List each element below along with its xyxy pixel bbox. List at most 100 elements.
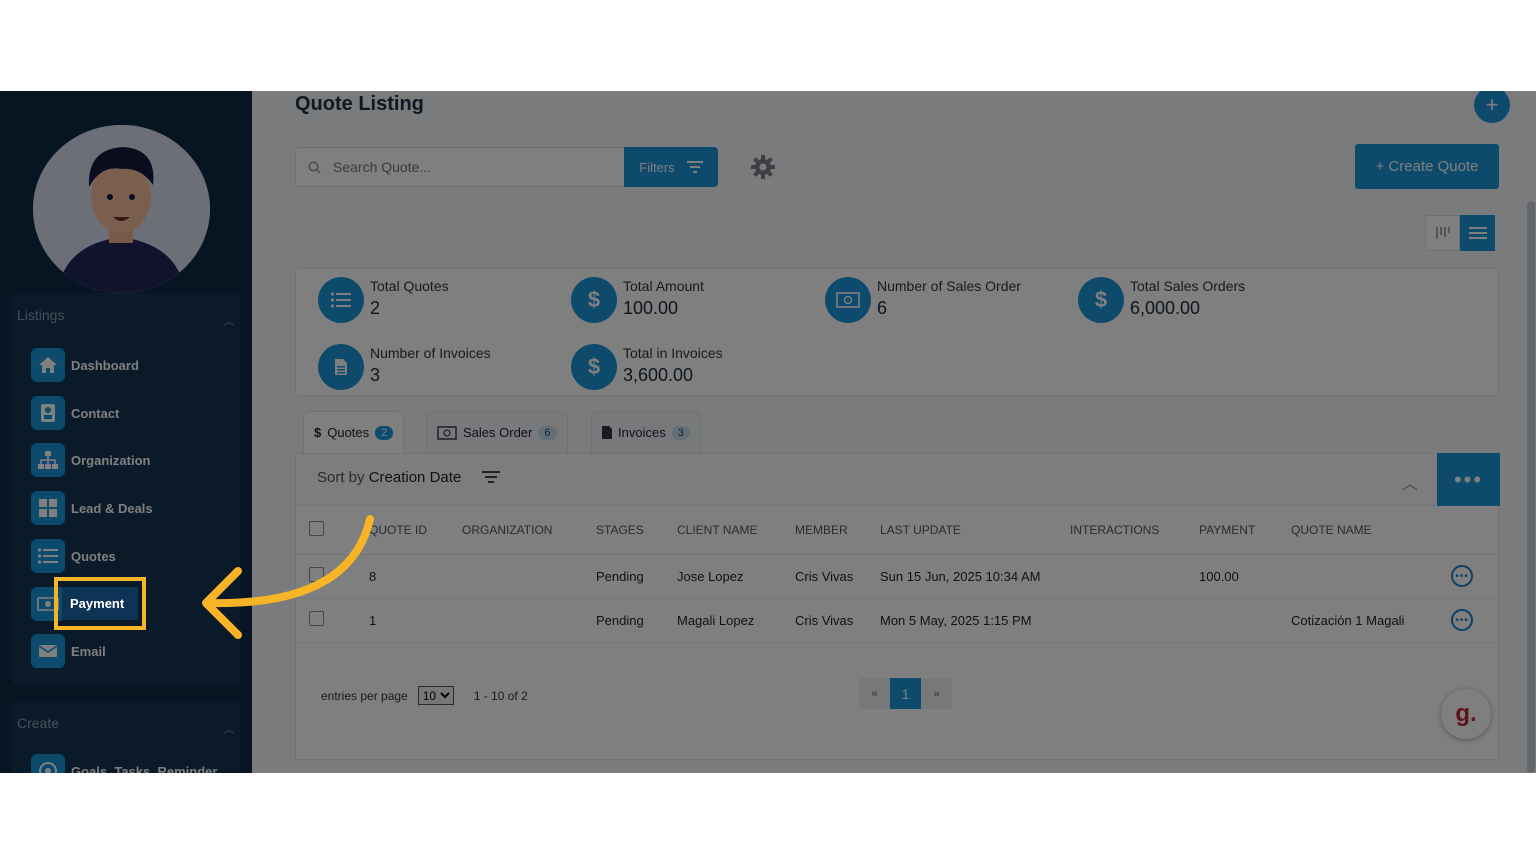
add-fab-button[interactable]: + (1474, 91, 1510, 123)
search-box[interactable] (295, 147, 625, 187)
cell-organization (462, 598, 596, 643)
stats-panel: Total Quotes 2 $ Total Amount 100.00 Numbe… (295, 268, 1499, 396)
tab-invoices[interactable]: Invoices 3 (591, 411, 701, 453)
user-avatar[interactable] (33, 125, 210, 293)
sidebar-item-organization[interactable]: Organization (31, 443, 150, 477)
tab-count-badge: 6 (538, 425, 557, 440)
column-header[interactable]: LAST UPDATE (880, 506, 1070, 555)
stat-label: Number of Invoices (370, 345, 491, 361)
stat-value: 3,600.00 (623, 365, 694, 385)
stat-label: Total Sales Orders (1130, 278, 1246, 294)
view-toggle (1425, 215, 1496, 251)
table-row[interactable]: 1 Pending Magali Lopez Cris Vivas Mon 5 … (296, 598, 1500, 643)
cell-last-update: Mon 5 May, 2025 1:15 PM (880, 598, 1070, 643)
column-header[interactable]: MEMBER (795, 506, 880, 555)
next-page-button[interactable]: » (921, 678, 952, 709)
list-icon (318, 277, 364, 323)
sidebar-item-label: Quotes (71, 548, 116, 564)
sidebar-item-label: Dashboard (71, 357, 139, 373)
tab-label: Invoices (618, 425, 666, 440)
gear-icon[interactable] (749, 153, 777, 181)
create-quote-button[interactable]: + Create Quote (1355, 144, 1499, 189)
banknote-icon (825, 277, 871, 323)
sidebar-item-lead-deals[interactable]: Lead & Deals (31, 491, 153, 525)
filters-label: Filters (639, 159, 675, 175)
org-chart-icon (31, 443, 65, 477)
sort-bar: Sort by Creation Date ︿ ••• (296, 453, 1500, 506)
filters-button[interactable]: Filters (624, 147, 718, 187)
list-icon (1468, 227, 1487, 239)
stat-total-quotes: Total Quotes 2 (318, 277, 449, 323)
page-scrollbar[interactable] (1527, 201, 1535, 773)
per-page-select[interactable]: 10 (417, 686, 454, 705)
row-more-icon[interactable]: ••• (1451, 609, 1473, 631)
chevron-up-icon[interactable]: ︿ (1402, 470, 1418, 494)
quotes-table: QUOTE ID ORGANIZATION STAGES CLIENT NAME… (296, 506, 1500, 643)
list-icon (31, 539, 65, 573)
search-input[interactable] (333, 159, 593, 175)
cell-client-link[interactable]: Jose Lopez (677, 554, 795, 599)
table-header-row: QUOTE ID ORGANIZATION STAGES CLIENT NAME… (296, 506, 1500, 555)
cell-stage: Pending (596, 598, 677, 643)
document-icon (602, 426, 612, 439)
cell-stage: Pending (596, 554, 677, 599)
cell-organization (462, 554, 596, 599)
list-view-button[interactable] (1460, 215, 1495, 251)
contact-card-icon (31, 396, 65, 430)
tab-label: Sales Order (463, 425, 533, 440)
tab-count-badge: 3 (671, 425, 690, 440)
kanban-icon (1435, 227, 1450, 239)
row-more-icon[interactable]: ••• (1451, 565, 1473, 587)
column-header[interactable]: CLIENT NAME (677, 506, 795, 555)
stat-total-amount: $ Total Amount 100.00 (571, 277, 704, 323)
sort-icon[interactable] (482, 470, 500, 484)
tab-sales-order[interactable]: Sales Order 6 (426, 411, 568, 453)
arrow-icon (202, 515, 374, 639)
column-header[interactable]: STAGES (596, 506, 677, 555)
tab-quotes[interactable]: $ Quotes 2 (303, 411, 405, 453)
sidebar-item-label: Organization (71, 452, 151, 468)
kanban-view-button[interactable] (1425, 215, 1460, 251)
listings-header[interactable]: Listings (17, 307, 64, 323)
cell-quote-name[interactable] (1291, 554, 1451, 599)
cell-client-link[interactable]: Magali Lopez (677, 598, 795, 643)
stat-label: Number of Sales Order (877, 278, 1021, 294)
sidebar-item-label: Email (71, 643, 106, 659)
column-header[interactable]: QUOTE NAME (1291, 506, 1451, 555)
create-header[interactable]: Create (17, 715, 59, 731)
sidebar-item-contact[interactable]: Contact (31, 396, 119, 430)
main-content: Quote Listing + Filters + Create Quote (252, 91, 1536, 773)
column-header[interactable]: PAYMENT (1199, 506, 1291, 555)
banknote-icon (437, 425, 457, 440)
stat-value: 6 (877, 298, 888, 318)
filter-icon (686, 161, 703, 173)
dollar-icon: $ (314, 425, 322, 440)
more-horizontal-icon: ••• (1453, 466, 1484, 492)
page-1-button[interactable]: 1 (890, 678, 921, 709)
cell-payment: 100.00 (1199, 554, 1291, 599)
chevron-up-icon[interactable]: ︿ (224, 313, 234, 328)
sidebar-item-email[interactable]: Email (31, 634, 106, 668)
sidebar-item-label: Lead & Deals (71, 500, 153, 516)
sidebar: Listings ︿ Dashboard Contact Organizatio… (0, 91, 252, 773)
chat-widget-button[interactable]: g. (1441, 689, 1491, 739)
column-header[interactable]: INTERACTIONS (1070, 506, 1199, 555)
chevron-up-icon[interactable]: ︿ (224, 721, 234, 736)
stat-total-invoices: $ Total in Invoices 3,600.00 (571, 344, 723, 390)
table-row[interactable]: 8 Pending Jose Lopez Cris Vivas Sun 15 J… (296, 554, 1500, 599)
cell-quote-name[interactable]: Cotización 1 Magali (1291, 598, 1451, 643)
dollar-icon: $ (1078, 277, 1124, 323)
cell-member-link[interactable]: Cris Vivas (795, 598, 880, 643)
prev-page-button[interactable]: « (859, 678, 890, 709)
stat-value: 3 (370, 365, 381, 385)
cell-member-link[interactable]: Cris Vivas (795, 554, 880, 599)
more-options-button[interactable]: ••• (1437, 453, 1500, 506)
sidebar-item-quotes[interactable]: Quotes (31, 539, 116, 573)
cell-interactions (1070, 554, 1199, 599)
sort-control[interactable]: Sort by Creation Date (317, 469, 461, 486)
sort-field: Creation Date (368, 469, 462, 486)
pagination: « 1 » (859, 678, 952, 709)
sidebar-item-dashboard[interactable]: Dashboard (31, 348, 139, 382)
column-header[interactable]: ORGANIZATION (462, 506, 596, 555)
sidebar-item-goals[interactable]: Goals, Tasks, Reminder (31, 754, 217, 773)
